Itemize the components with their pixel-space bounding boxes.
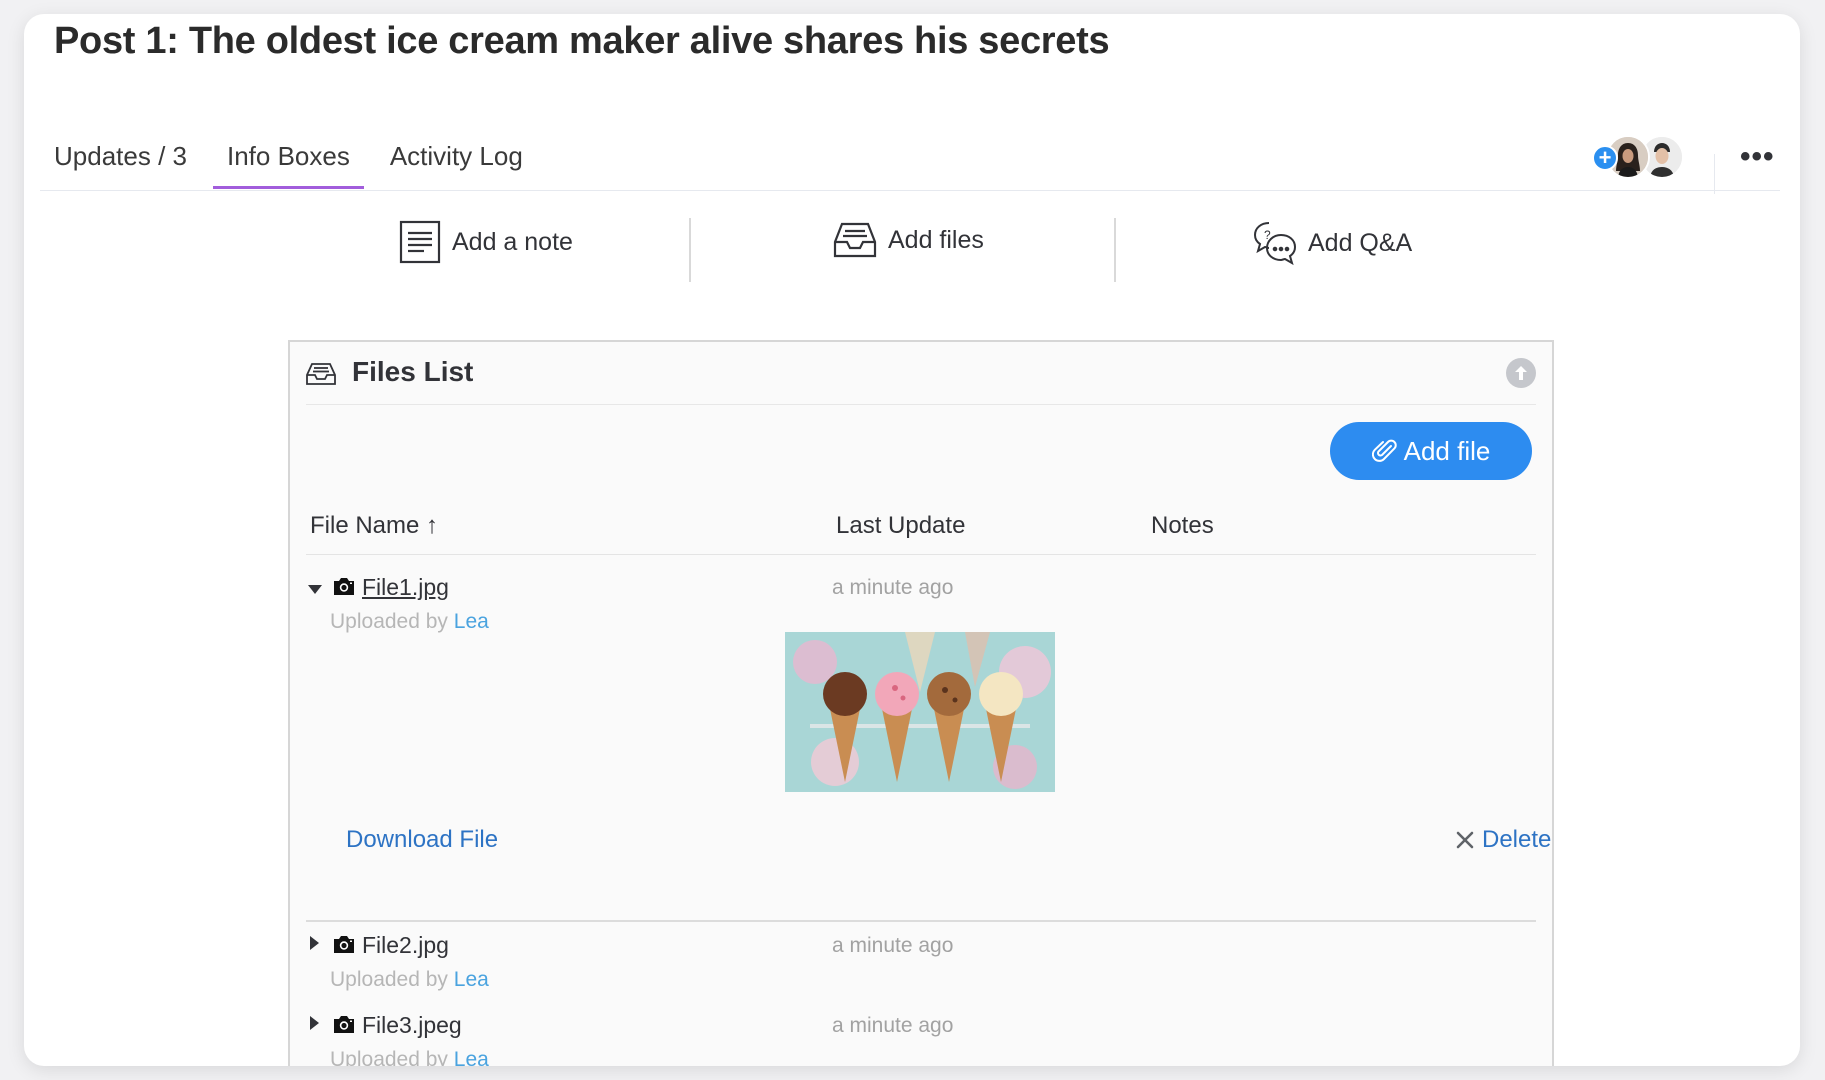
column-notes[interactable]: Notes [1151,512,1214,540]
add-files-label: Add files [888,225,984,254]
tab-activity-log[interactable]: Activity Log [376,136,537,186]
add-qa-button[interactable]: ? Add Q&A [1252,220,1412,266]
add-note-button[interactable]: Add a note [398,220,573,264]
uploaded-by: Uploaded by Lea [330,610,489,634]
uploader-link[interactable]: Lea [454,610,489,633]
header-divider [1714,154,1715,194]
add-file-label: Add file [1403,435,1491,466]
uploaded-by-prefix: Uploaded by [330,1048,448,1066]
add-file-button[interactable]: Add file [1330,422,1532,480]
subscribers[interactable]: + [1592,135,1702,179]
file-date: a minute ago [832,1014,954,1037]
actions-divider [689,218,691,282]
camera-icon [332,576,356,601]
file-name-link[interactable]: File1.jpg [362,574,449,601]
file-date: a minute ago [832,576,954,599]
uploader-link[interactable]: Lea [454,968,489,991]
files-list-title: Files List [352,356,474,387]
chat-question-icon: ? [1252,220,1298,266]
tab-bar: Updates / 3 Info Boxes Activity Log [40,136,549,189]
file-name-link[interactable]: File2.jpg [362,932,449,959]
inbox-icon [306,362,336,391]
caret-right-icon[interactable] [310,936,320,955]
uploaded-by-prefix: Uploaded by [330,968,448,991]
uploaded-by: Uploaded by Lea [330,968,489,992]
tab-info-boxes[interactable]: Info Boxes [212,136,364,189]
caret-down-icon[interactable] [308,582,322,600]
column-file-name[interactable]: File Name ↑ [310,512,438,540]
actions-divider [1114,218,1116,282]
close-icon [1456,831,1474,849]
collapse-up-icon[interactable] [1506,358,1536,388]
uploader-link[interactable]: Lea [454,1048,489,1066]
file-date: a minute ago [832,934,954,957]
delete-label: Delete [1482,826,1552,853]
delete-file-button[interactable]: Delete [1456,826,1551,854]
files-list-box: Files List Add file File Name ↑ Last Upd… [288,340,1554,1066]
more-options-button[interactable]: ••• [1740,142,1775,172]
download-file-link[interactable]: Download File [346,826,498,854]
header-divider [306,554,1536,555]
item-panel: Post 1: The oldest ice cream maker alive… [24,14,1800,1066]
add-note-label: Add a note [452,227,573,256]
files-list-header: Files List [306,342,1536,405]
tabs-divider [40,190,1780,191]
camera-icon [332,934,356,959]
add-subscriber-icon[interactable]: + [1592,145,1618,171]
column-last-update[interactable]: Last Update [836,512,965,540]
caret-right-icon[interactable] [310,1016,320,1035]
add-files-button[interactable]: Add files [832,220,984,260]
column-file-name-label: File Name [310,512,420,539]
uploaded-by-prefix: Uploaded by [330,610,448,633]
info-box-actions: Add a note Add files ? Add Q&A [24,200,1800,284]
post-title: Post 1: The oldest ice cream maker alive… [54,20,1110,62]
add-qa-label: Add Q&A [1308,228,1413,257]
inbox-icon [832,220,878,260]
sort-arrow-icon: ↑ [426,512,439,539]
file-preview-image[interactable] [785,632,1055,792]
svg-text:?: ? [1264,228,1271,242]
camera-icon [332,1014,356,1039]
file-name-link[interactable]: File3.jpeg [362,1012,462,1039]
uploaded-by: Uploaded by Lea [330,1048,489,1066]
row-divider [306,920,1536,922]
tab-updates[interactable]: Updates / 3 [40,136,201,186]
paperclip-icon [1371,439,1397,462]
note-icon [398,220,442,264]
